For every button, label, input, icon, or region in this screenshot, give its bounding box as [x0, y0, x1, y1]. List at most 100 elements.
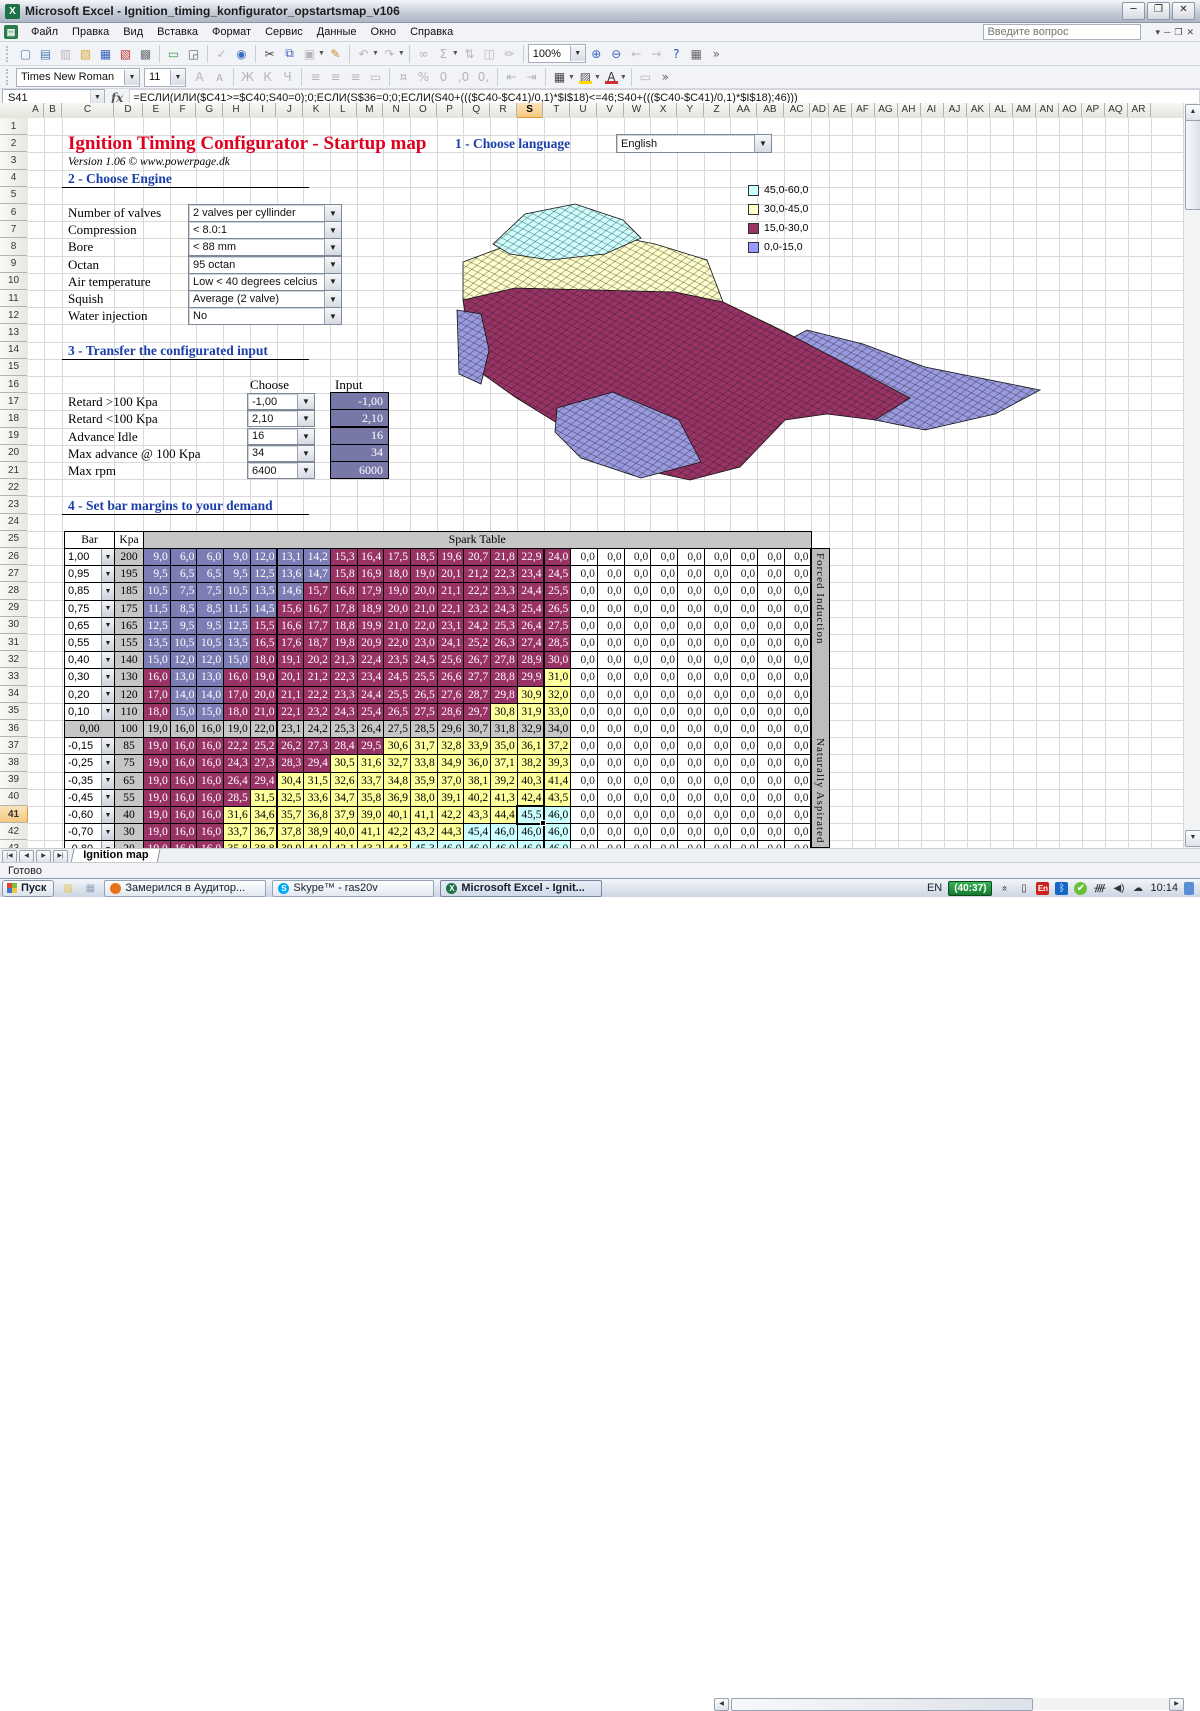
- zero-cell[interactable]: 0,0: [757, 600, 785, 618]
- spark-cell[interactable]: 39,2: [490, 772, 518, 790]
- spark-cell[interactable]: 8,5: [196, 600, 224, 618]
- spark-cell[interactable]: 22,0: [383, 634, 411, 652]
- spark-cell[interactable]: 24,2: [463, 617, 491, 635]
- zero-cell[interactable]: 0,0: [677, 634, 705, 652]
- skype-task[interactable]: S Skype™ - ras20v: [272, 880, 434, 897]
- column-header-I[interactable]: I: [250, 103, 277, 117]
- spark-cell[interactable]: 32,6: [330, 772, 358, 790]
- zero-cell[interactable]: 0,0: [704, 565, 732, 583]
- column-header-P[interactable]: P: [437, 103, 464, 117]
- spark-cell[interactable]: 11,5: [223, 600, 251, 618]
- zero-cell[interactable]: 0,0: [597, 806, 625, 824]
- horizontal-scroll-thumb[interactable]: [731, 1698, 1033, 1711]
- column-header-AO[interactable]: AO: [1059, 103, 1082, 117]
- spark-cell[interactable]: 39,9: [277, 840, 305, 848]
- zero-cell[interactable]: 0,0: [677, 582, 705, 600]
- spark-cell[interactable]: 24,5: [410, 651, 438, 669]
- sheet-canvas[interactable]: Ignition Timing Configurator - Startup m…: [28, 118, 1184, 848]
- spark-cell[interactable]: 19,0: [143, 806, 171, 824]
- spark-cell[interactable]: 35,8: [357, 789, 385, 807]
- kpa-cell[interactable]: 85: [114, 737, 144, 755]
- zero-cell[interactable]: 0,0: [597, 720, 625, 738]
- kpa-cell[interactable]: 185: [114, 582, 144, 600]
- spark-cell[interactable]: 31,6: [223, 806, 251, 824]
- chevron-down-icon[interactable]: ▼: [101, 807, 114, 823]
- zero-cell[interactable]: 0,0: [597, 617, 625, 635]
- zero-cell[interactable]: 0,0: [784, 651, 812, 669]
- zero-cell[interactable]: 0,0: [570, 634, 598, 652]
- spark-cell[interactable]: 23,1: [437, 617, 465, 635]
- column-header-AC[interactable]: AC: [784, 103, 811, 117]
- spark-cell[interactable]: 46,0: [544, 823, 572, 841]
- cloud-sync-icon[interactable]: ☁: [1131, 882, 1144, 895]
- row-header-37[interactable]: 37: [0, 737, 27, 754]
- spark-cell[interactable]: 16,0: [196, 737, 224, 755]
- zero-cell[interactable]: 0,0: [784, 617, 812, 635]
- spark-cell[interactable]: 22,4: [357, 651, 385, 669]
- zero-cell[interactable]: 0,0: [730, 737, 758, 755]
- chevron-down-icon[interactable]: ▼: [101, 601, 114, 617]
- bar-dropdown[interactable]: -0,60▼: [64, 806, 115, 824]
- zero-cell[interactable]: 0,0: [704, 651, 732, 669]
- chevron-down-icon[interactable]: ▼: [101, 738, 114, 754]
- forward-icon[interactable]: →: [647, 45, 666, 63]
- column-header-N[interactable]: N: [383, 103, 410, 117]
- chevron-down-icon[interactable]: ▼: [101, 687, 114, 703]
- spark-cell[interactable]: 43,5: [544, 789, 572, 807]
- zero-cell[interactable]: 0,0: [624, 737, 652, 755]
- show-desktop-icon[interactable]: [1184, 882, 1194, 895]
- spark-cell[interactable]: 30,8: [490, 703, 518, 721]
- zero-cell[interactable]: 0,0: [704, 617, 732, 635]
- spark-cell[interactable]: 23,4: [357, 668, 385, 686]
- row-header-6[interactable]: 6: [0, 204, 27, 221]
- zero-cell[interactable]: 0,0: [757, 737, 785, 755]
- redo-icon[interactable]: ↷: [380, 45, 399, 63]
- zero-cell[interactable]: 0,0: [784, 634, 812, 652]
- chevron-down-icon[interactable]: ▼: [101, 824, 114, 840]
- chevron-down-icon[interactable]: ▼: [324, 239, 341, 255]
- spark-cell[interactable]: 19,0: [250, 668, 278, 686]
- fill-color-icon[interactable]: ▨: [576, 68, 595, 86]
- zero-cell[interactable]: 0,0: [784, 772, 812, 790]
- zero-cell[interactable]: 0,0: [570, 823, 598, 841]
- spark-cell[interactable]: 24,5: [383, 668, 411, 686]
- zero-cell[interactable]: 0,0: [704, 634, 732, 652]
- spark-cell[interactable]: 24,3: [330, 703, 358, 721]
- bar-dropdown[interactable]: -0,35▼: [64, 772, 115, 790]
- column-header-AJ[interactable]: AJ: [944, 103, 967, 117]
- zero-cell[interactable]: 0,0: [624, 634, 652, 652]
- spark-cell[interactable]: 16,0: [170, 754, 198, 772]
- spark-cell[interactable]: 7,5: [170, 582, 198, 600]
- spark-cell[interactable]: 26,2: [277, 737, 305, 755]
- spark-cell[interactable]: 14,5: [250, 600, 278, 618]
- zero-cell[interactable]: 0,0: [650, 737, 678, 755]
- spark-cell[interactable]: 31,0: [544, 668, 572, 686]
- spark-cell[interactable]: 27,4: [517, 634, 545, 652]
- en-red-icon[interactable]: En: [1036, 882, 1049, 895]
- row-header-39[interactable]: 39: [0, 772, 27, 789]
- zero-cell[interactable]: 0,0: [677, 720, 705, 738]
- spark-cell[interactable]: 26,5: [383, 703, 411, 721]
- zero-cell[interactable]: 0,0: [677, 651, 705, 669]
- spark-cell[interactable]: 46,0: [517, 840, 545, 848]
- zero-cell[interactable]: 0,0: [650, 582, 678, 600]
- spark-cell[interactable]: 25,6: [437, 651, 465, 669]
- bar-dropdown[interactable]: -0,15▼: [64, 737, 115, 755]
- bluetooth-icon[interactable]: ᛒ: [1055, 882, 1068, 895]
- spark-cell[interactable]: 20,7: [463, 548, 491, 566]
- borders-icon[interactable]: ▦: [550, 68, 569, 86]
- font-name-combo[interactable]: Times New Roman▼: [16, 68, 140, 87]
- spark-cell[interactable]: 22,1: [437, 600, 465, 618]
- zero-cell[interactable]: 0,0: [650, 772, 678, 790]
- cut-icon[interactable]: ✂: [260, 45, 279, 63]
- spark-cell[interactable]: 18,7: [303, 634, 331, 652]
- engine-dropdown-4[interactable]: Low < 40 degrees celcius▼: [188, 273, 342, 291]
- italic-icon[interactable]: К: [258, 68, 277, 86]
- spark-cell[interactable]: 12,5: [223, 617, 251, 635]
- spark-cell[interactable]: 29,5: [357, 737, 385, 755]
- spark-cell[interactable]: 21,8: [490, 548, 518, 566]
- spark-cell[interactable]: 42,2: [437, 806, 465, 824]
- spark-cell[interactable]: 14,6: [277, 582, 305, 600]
- zero-cell[interactable]: 0,0: [650, 840, 678, 848]
- spark-cell[interactable]: 44,4: [490, 806, 518, 824]
